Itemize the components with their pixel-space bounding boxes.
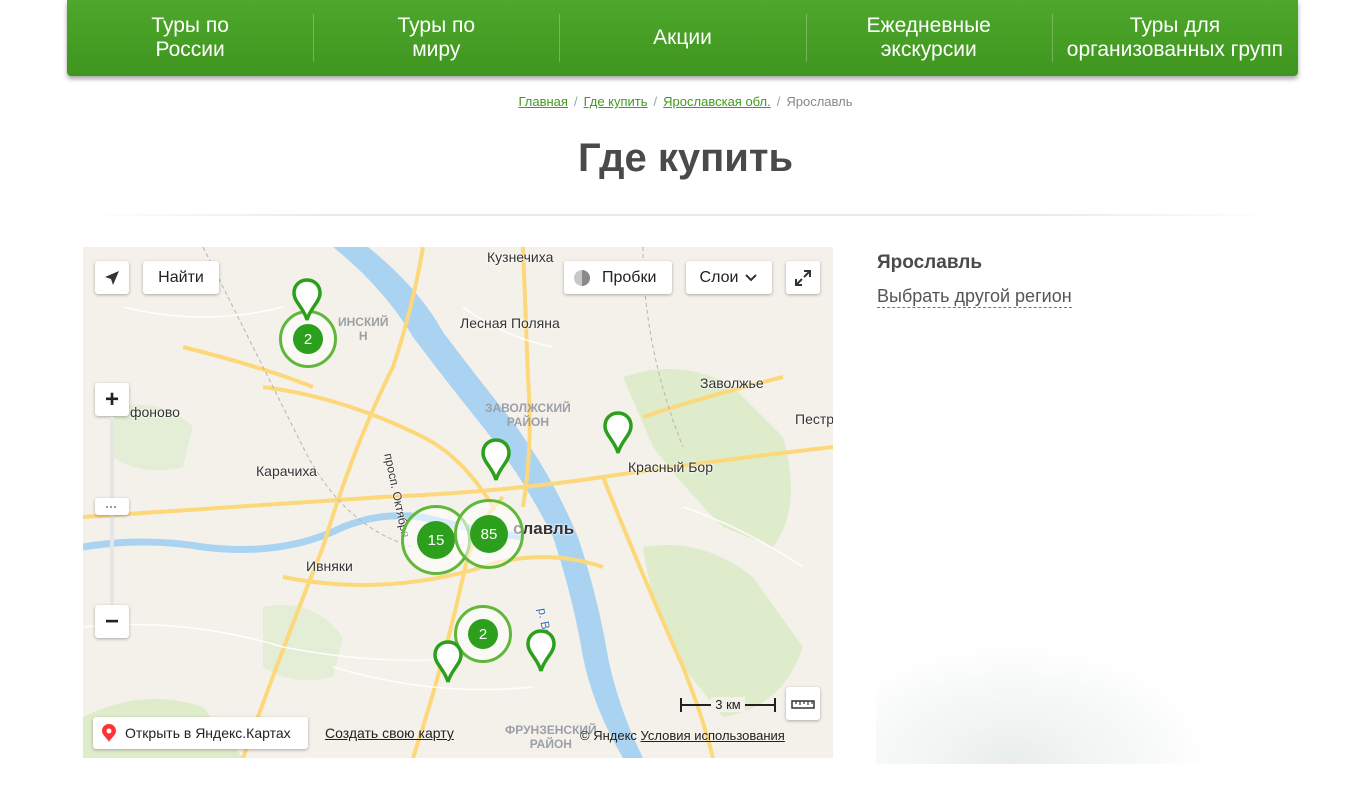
layers-button[interactable]: Слои <box>686 261 772 294</box>
map-pin-icon[interactable] <box>292 278 322 322</box>
map-district-zavolzhsky: ЗАВОЛЖСКИЙ РАЙОН <box>485 401 571 429</box>
map-label-krasny-bor: Красный Бор <box>628 459 713 475</box>
breadcrumb-separator: / <box>573 94 578 109</box>
breadcrumb-region[interactable]: Ярославская обл. <box>663 94 771 109</box>
copyright-text: © Яндекс <box>580 728 637 743</box>
ruler-icon <box>791 699 815 709</box>
map-cluster-count: 2 <box>293 324 323 354</box>
nav-daily-excursions[interactable]: Ежедневные экскурсии <box>805 0 1052 76</box>
expand-icon <box>795 269 811 286</box>
open-in-yandex-label: Открыть в Яндекс.Картах <box>125 725 291 741</box>
divider <box>83 214 1278 216</box>
grip-icon <box>106 505 116 508</box>
zoom-out-button[interactable]: − <box>95 605 129 638</box>
yandex-map[interactable]: Кузнечиха Лесная Поляна Заволжье Пестр ф… <box>83 247 833 758</box>
find-button[interactable]: Найти <box>143 261 219 294</box>
map-label-pestr: Пестр <box>795 411 833 427</box>
map-label-zavolzhye: Заволжье <box>700 375 764 391</box>
chevron-down-icon <box>745 273 758 281</box>
ruler-button[interactable] <box>786 687 820 720</box>
map-label-kuznechikha: Кузнечиха <box>487 249 554 265</box>
nav-tours-world[interactable]: Туры по миру <box>313 0 559 76</box>
map-cluster-count: 85 <box>470 515 508 553</box>
change-region-link[interactable]: Выбрать другой регион <box>877 286 1072 308</box>
map-label-lesnaya-polyana: Лесная Поляна <box>460 315 560 331</box>
terms-link[interactable]: Условия использования <box>641 728 785 743</box>
nav-tours-russia[interactable]: Туры по России <box>67 0 313 76</box>
breadcrumb-current: Ярославль <box>786 94 853 109</box>
geolocation-button[interactable] <box>95 261 129 294</box>
location-arrow-icon <box>105 270 119 285</box>
breadcrumb-separator: / <box>653 94 658 109</box>
current-region: Ярославль <box>877 252 983 273</box>
map-label-karachikha: Карачиха <box>256 463 317 479</box>
traffic-label: Пробки <box>602 268 657 286</box>
map-pin-icon[interactable] <box>481 438 511 482</box>
map-label-fonovo: фоново <box>130 404 180 420</box>
map-cluster-count: 15 <box>417 521 455 559</box>
yandex-pin-icon <box>102 724 116 742</box>
zoom-in-button[interactable]: + <box>95 383 129 416</box>
traffic-button[interactable]: Пробки <box>564 261 672 294</box>
breadcrumb-where-to-buy[interactable]: Где купить <box>584 94 648 109</box>
yandex-copyright: © Яндекс Условия использования <box>580 728 785 743</box>
map-pin-icon[interactable] <box>433 640 463 684</box>
open-in-yandex-maps-button[interactable]: Открыть в Яндекс.Картах <box>93 717 308 749</box>
fullscreen-button[interactable] <box>786 261 820 294</box>
map-district-dzerzhinsky: ИНСКИЙ Н <box>338 315 389 343</box>
create-map-link[interactable]: Создать свою карту <box>325 725 454 741</box>
nav-group-tours[interactable]: Туры для организованных групп <box>1051 0 1298 76</box>
traffic-icon <box>574 269 590 286</box>
map-pin-icon[interactable] <box>526 629 556 673</box>
page-title: Где купить <box>577 136 794 180</box>
map-scale-label: 3 км <box>711 696 745 712</box>
breadcrumb-separator: / <box>776 94 781 109</box>
map-cluster-count: 2 <box>468 619 498 649</box>
map-label-ivnyaki: Ивняки <box>306 558 353 574</box>
map-pin-icon[interactable] <box>603 411 633 455</box>
decorative-shadow <box>876 640 1216 764</box>
breadcrumb: Главная / Где купить / Ярославская обл. / Ярос… <box>0 94 1371 109</box>
breadcrumb-home[interactable]: Главная <box>518 94 567 109</box>
layers-label: Слои <box>699 268 739 286</box>
map-cluster[interactable]: 85 <box>454 499 524 569</box>
nav-promotions[interactable]: Акции <box>559 0 805 76</box>
zoom-slider-handle[interactable] <box>95 498 129 515</box>
map-scale: 3 км <box>680 695 776 713</box>
main-navigation: Туры по России Туры по миру Акции Ежедне… <box>67 0 1298 76</box>
